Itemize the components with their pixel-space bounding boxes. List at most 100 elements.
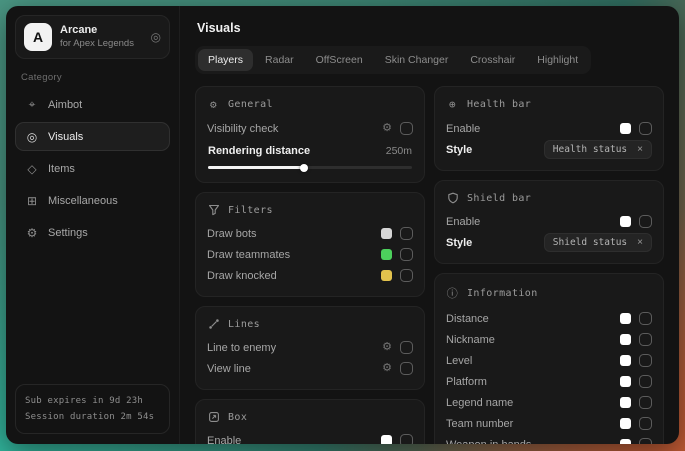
level-checkbox[interactable] xyxy=(639,354,652,367)
tab-crosshair[interactable]: Crosshair xyxy=(460,49,525,71)
draw-teammates-checkbox[interactable] xyxy=(400,248,413,261)
row-team-number: Team number xyxy=(446,413,652,434)
row-draw-bots: Draw bots xyxy=(207,223,413,244)
legend-name-checkbox[interactable] xyxy=(639,396,652,409)
row-style: StyleShield status× xyxy=(446,232,652,253)
clear-icon[interactable]: × xyxy=(637,145,643,155)
sidebar-item-items[interactable]: ◇Items xyxy=(15,154,170,183)
row-enable: Enable xyxy=(207,430,413,444)
view-line-checkbox[interactable] xyxy=(400,362,413,375)
tab-players[interactable]: Players xyxy=(198,49,253,71)
page-title: Visuals xyxy=(197,21,664,35)
distance-checkbox[interactable] xyxy=(639,312,652,325)
weapon-in-hands-checkbox[interactable] xyxy=(639,438,652,444)
settings-gear-icon[interactable]: ⚙ xyxy=(382,123,392,134)
select-value: Shield status xyxy=(553,237,627,248)
cube-icon: ◇ xyxy=(25,162,39,176)
row-enable: Enable xyxy=(446,211,652,232)
row-controls xyxy=(381,248,413,261)
target-icon[interactable]: ◎ xyxy=(151,30,161,44)
draw-knocked-checkbox[interactable] xyxy=(400,269,413,282)
row-label: Team number xyxy=(446,418,513,430)
line-to-enemy-checkbox[interactable] xyxy=(400,341,413,354)
sidebar-item-miscellaneous[interactable]: ⊞ Miscellaneous xyxy=(15,186,170,215)
nickname-checkbox[interactable] xyxy=(639,333,652,346)
panel-box: BoxEnableEnable background xyxy=(195,399,425,444)
row-label: Weapon in hands xyxy=(446,439,531,445)
visibility-check-checkbox[interactable] xyxy=(400,122,413,135)
panel-title: Shield bar xyxy=(467,193,531,204)
color-swatch[interactable] xyxy=(620,216,631,227)
panel-title: Lines xyxy=(228,319,260,330)
row-controls: ⚙ xyxy=(382,362,413,375)
color-swatch[interactable] xyxy=(381,435,392,444)
color-swatch[interactable] xyxy=(381,270,392,281)
row-label: Line to enemy xyxy=(207,342,276,354)
color-swatch[interactable] xyxy=(381,228,392,239)
row-controls: Shield status × xyxy=(544,233,652,252)
funnel-icon xyxy=(207,204,220,216)
color-swatch[interactable] xyxy=(620,418,631,429)
panel-title: General xyxy=(228,99,273,110)
slider-header: Rendering distance250m xyxy=(208,141,412,160)
panel-filters: FiltersDraw botsDraw teammatesDraw knock… xyxy=(195,192,425,297)
color-swatch[interactable] xyxy=(620,397,631,408)
color-swatch[interactable] xyxy=(620,334,631,345)
brand-card: A Arcane for Apex Legends ◎ xyxy=(15,15,170,59)
settings-gear-icon[interactable]: ⚙ xyxy=(382,363,392,374)
app-title: Arcane xyxy=(60,24,143,38)
enable-checkbox[interactable] xyxy=(639,122,652,135)
sidebar-item-label: Settings xyxy=(48,227,88,239)
row-label: Enable xyxy=(207,435,241,445)
sidebar-item-settings[interactable]: ⚙Settings xyxy=(15,218,170,247)
color-swatch[interactable] xyxy=(620,439,631,444)
row-label: Draw bots xyxy=(207,228,257,240)
color-swatch[interactable] xyxy=(620,376,631,387)
row-controls xyxy=(620,396,652,409)
row-label: Nickname xyxy=(446,334,495,346)
sidebar-item-label: Miscellaneous xyxy=(48,195,118,207)
category-label: Category xyxy=(21,72,164,83)
color-swatch[interactable] xyxy=(620,313,631,324)
tab-offscreen[interactable]: OffScreen xyxy=(306,49,373,71)
enable-checkbox[interactable] xyxy=(400,434,413,444)
rendering-distance-slider[interactable] xyxy=(208,166,412,169)
row-view-line: View line⚙ xyxy=(207,358,413,379)
info-icon: ⓘ xyxy=(446,285,459,301)
color-swatch[interactable] xyxy=(620,123,631,134)
grid-icon: ⊞ xyxy=(25,194,39,208)
draw-bots-checkbox[interactable] xyxy=(400,227,413,240)
platform-checkbox[interactable] xyxy=(639,375,652,388)
sidebar-item-visuals[interactable]: ◎Visuals xyxy=(15,122,170,151)
shield-icon xyxy=(446,192,459,204)
row-visibility-check: Visibility check⚙ xyxy=(207,118,413,139)
clear-icon[interactable]: × xyxy=(637,238,643,248)
slider-knob[interactable] xyxy=(300,164,308,172)
tab-radar[interactable]: Radar xyxy=(255,49,304,71)
panel-header: Box xyxy=(207,411,413,423)
sidebar-item-aimbot[interactable]: ⌖Aimbot xyxy=(15,90,170,119)
team-number-checkbox[interactable] xyxy=(639,417,652,430)
color-swatch[interactable] xyxy=(620,355,631,366)
tab-skin-changer[interactable]: Skin Changer xyxy=(375,49,459,71)
line-icon xyxy=(207,318,220,330)
row-controls: Health status× xyxy=(544,140,652,159)
panel-title: Filters xyxy=(228,205,273,216)
style-select[interactable]: Health status× xyxy=(544,140,652,159)
row-controls xyxy=(381,269,413,282)
sidebar: A Arcane for Apex Legends ◎ Category ⌖Ai… xyxy=(6,6,180,444)
tab-highlight[interactable]: Highlight xyxy=(527,49,588,71)
session-duration-text: Session duration 2m 54s xyxy=(25,409,160,425)
color-swatch[interactable] xyxy=(381,249,392,260)
style-select[interactable]: Shield status × xyxy=(544,233,652,252)
row-label: Draw teammates xyxy=(207,249,290,261)
row-label: Level xyxy=(446,355,472,367)
panel-header: ⓘInformation xyxy=(446,285,652,301)
row-controls: ⚙ xyxy=(382,341,413,354)
row-controls xyxy=(620,417,652,430)
enable-checkbox[interactable] xyxy=(639,215,652,228)
settings-gear-icon[interactable]: ⚙ xyxy=(382,342,392,353)
row-controls xyxy=(620,215,652,228)
slider-value: 250m xyxy=(386,145,412,157)
row-label: Platform xyxy=(446,376,487,388)
